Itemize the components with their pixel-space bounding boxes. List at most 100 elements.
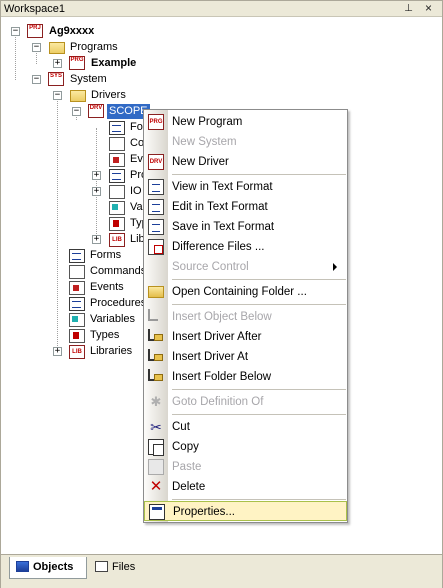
tree-node-scope-child[interactable]: + IO xyxy=(1,184,151,200)
menu-item-view-text[interactable]: View in Text Format xyxy=(144,177,347,197)
new-program-icon: PRG xyxy=(148,114,164,130)
tree-node-procedures[interactable]: Procedures xyxy=(1,296,151,312)
copy-icon xyxy=(148,439,164,456)
program-icon: PRG xyxy=(69,56,85,70)
menu-label: Edit in Text Format xyxy=(172,201,268,213)
close-icon[interactable]: × xyxy=(422,2,435,15)
tab-label: Files xyxy=(112,561,136,573)
menu-item-delete[interactable]: ✕ Delete xyxy=(144,477,347,497)
tree-node-scope-child[interactable]: Co xyxy=(1,136,151,152)
menu-label: Source Control xyxy=(172,261,249,273)
menu-item-save-text[interactable]: Save in Text Format xyxy=(144,217,347,237)
menu-item-new-system[interactable]: New System xyxy=(144,132,347,152)
tree-node-events[interactable]: Events xyxy=(1,280,151,296)
menu-item-copy[interactable]: Copy xyxy=(144,437,347,457)
collapse-icon[interactable]: − xyxy=(72,107,81,116)
expand-icon[interactable]: + xyxy=(92,187,101,196)
menu-separator xyxy=(172,389,346,390)
variables-icon xyxy=(69,313,85,327)
tree-label: IO xyxy=(130,185,142,197)
menu-label: Insert Driver After xyxy=(172,331,262,343)
insert-object-icon xyxy=(148,309,158,321)
menu-item-paste[interactable]: Paste xyxy=(144,457,347,477)
menu-item-edit-text[interactable]: Edit in Text Format xyxy=(144,197,347,217)
menu-item-difference-files[interactable]: Difference Files ... xyxy=(144,237,347,257)
tree-label-drivers: Drivers xyxy=(91,89,126,101)
forms-icon xyxy=(69,249,85,263)
collapse-icon[interactable]: − xyxy=(32,75,41,84)
menu-label: Save in Text Format xyxy=(172,221,275,233)
source-control-icon xyxy=(148,259,164,275)
folder-open-icon xyxy=(70,90,86,102)
menu-item-new-driver[interactable]: DRV New Driver xyxy=(144,152,347,172)
goto-definition-icon: ✱ xyxy=(150,394,162,409)
menu-item-goto-definition[interactable]: ✱ Goto Definition Of xyxy=(144,392,347,412)
tree-node-types[interactable]: Types xyxy=(1,328,151,344)
events-icon xyxy=(69,281,85,295)
collapse-icon[interactable]: − xyxy=(53,91,62,100)
libraries-icon: LIB xyxy=(69,345,85,359)
driver-icon: DRV xyxy=(88,104,104,118)
procedures-icon xyxy=(69,297,85,311)
menu-label: View in Text Format xyxy=(172,181,273,193)
menu-separator xyxy=(172,174,346,175)
tree-node-programs[interactable]: − Programs xyxy=(1,40,141,56)
expand-icon[interactable]: + xyxy=(92,171,101,180)
menu-label: Delete xyxy=(172,481,206,493)
variables-icon xyxy=(109,201,125,215)
types-icon xyxy=(69,329,85,343)
pin-icon[interactable]: ⊥ xyxy=(402,2,415,15)
tree-node-scope[interactable]: − DRV SCOPE xyxy=(1,104,161,120)
commands-icon xyxy=(109,137,125,151)
tree-node-root[interactable]: − PRJ Ag9xxxx xyxy=(1,24,141,40)
tree-node-scope-child[interactable]: Typ xyxy=(1,216,151,232)
tab-objects[interactable]: Objects xyxy=(9,557,87,579)
scissors-icon: ✂ xyxy=(150,419,162,435)
tree-node-variables[interactable]: Variables xyxy=(1,312,151,328)
window-title: Workspace1 xyxy=(4,3,65,15)
tree-node-scope-child[interactable]: Ev xyxy=(1,152,151,168)
expand-icon[interactable]: + xyxy=(53,347,62,356)
menu-label: New System xyxy=(172,136,237,148)
expand-icon[interactable]: + xyxy=(92,235,101,244)
tree-label-example: Example xyxy=(91,57,137,69)
menu-label: Copy xyxy=(172,441,199,453)
files-icon xyxy=(95,561,108,572)
menu-item-insert-driver-after[interactable]: Insert Driver After xyxy=(144,327,347,347)
menu-item-insert-object-below[interactable]: Insert Object Below xyxy=(144,307,347,327)
menu-item-insert-folder-below[interactable]: Insert Folder Below xyxy=(144,367,347,387)
form-icon xyxy=(109,121,125,135)
types-icon xyxy=(109,217,125,231)
tree-node-drivers[interactable]: − Drivers xyxy=(1,88,141,104)
tree-label-root: Ag9xxxx xyxy=(49,25,95,37)
menu-label: Paste xyxy=(172,461,202,473)
menu-item-cut[interactable]: ✂ Cut xyxy=(144,417,347,437)
menu-item-open-folder[interactable]: Open Containing Folder ... xyxy=(144,282,347,302)
tree-node-scope-child[interactable]: + LIB Lib xyxy=(1,232,151,248)
tree-label-programs: Programs xyxy=(70,41,118,53)
collapse-icon[interactable]: − xyxy=(32,43,41,52)
tree-node-commands[interactable]: Commands xyxy=(1,264,151,280)
expand-icon[interactable]: + xyxy=(53,59,62,68)
insert-folder-icon xyxy=(148,369,163,381)
context-menu: PRG New Program New System DRV New Drive… xyxy=(143,109,348,523)
tree-node-scope-child[interactable]: Va xyxy=(1,200,151,216)
tree-node-scope-child[interactable]: + Pro xyxy=(1,168,151,184)
tree-node-forms[interactable]: Forms xyxy=(1,248,151,264)
menu-item-insert-driver-at[interactable]: Insert Driver At xyxy=(144,347,347,367)
menu-item-source-control[interactable]: Source Control xyxy=(144,257,347,277)
tree-node-system[interactable]: − SYS System xyxy=(1,72,141,88)
tree-label: Libraries xyxy=(90,345,133,357)
edit-text-icon xyxy=(148,199,164,215)
difference-files-icon xyxy=(148,239,164,255)
menu-item-properties[interactable]: Properties... xyxy=(144,501,347,521)
tree-node-example[interactable]: + PRG Example xyxy=(1,56,161,72)
events-icon xyxy=(109,153,125,167)
title-bar: Workspace1 ⊥ × xyxy=(1,1,442,17)
collapse-icon[interactable]: − xyxy=(11,27,20,36)
tree-node-libraries[interactable]: + LIB Libraries xyxy=(1,344,151,360)
tab-files[interactable]: Files xyxy=(89,557,147,579)
tree-node-scope-child[interactable]: Fo xyxy=(1,120,151,136)
menu-item-new-program[interactable]: PRG New Program xyxy=(144,112,347,132)
save-text-icon xyxy=(148,219,164,235)
